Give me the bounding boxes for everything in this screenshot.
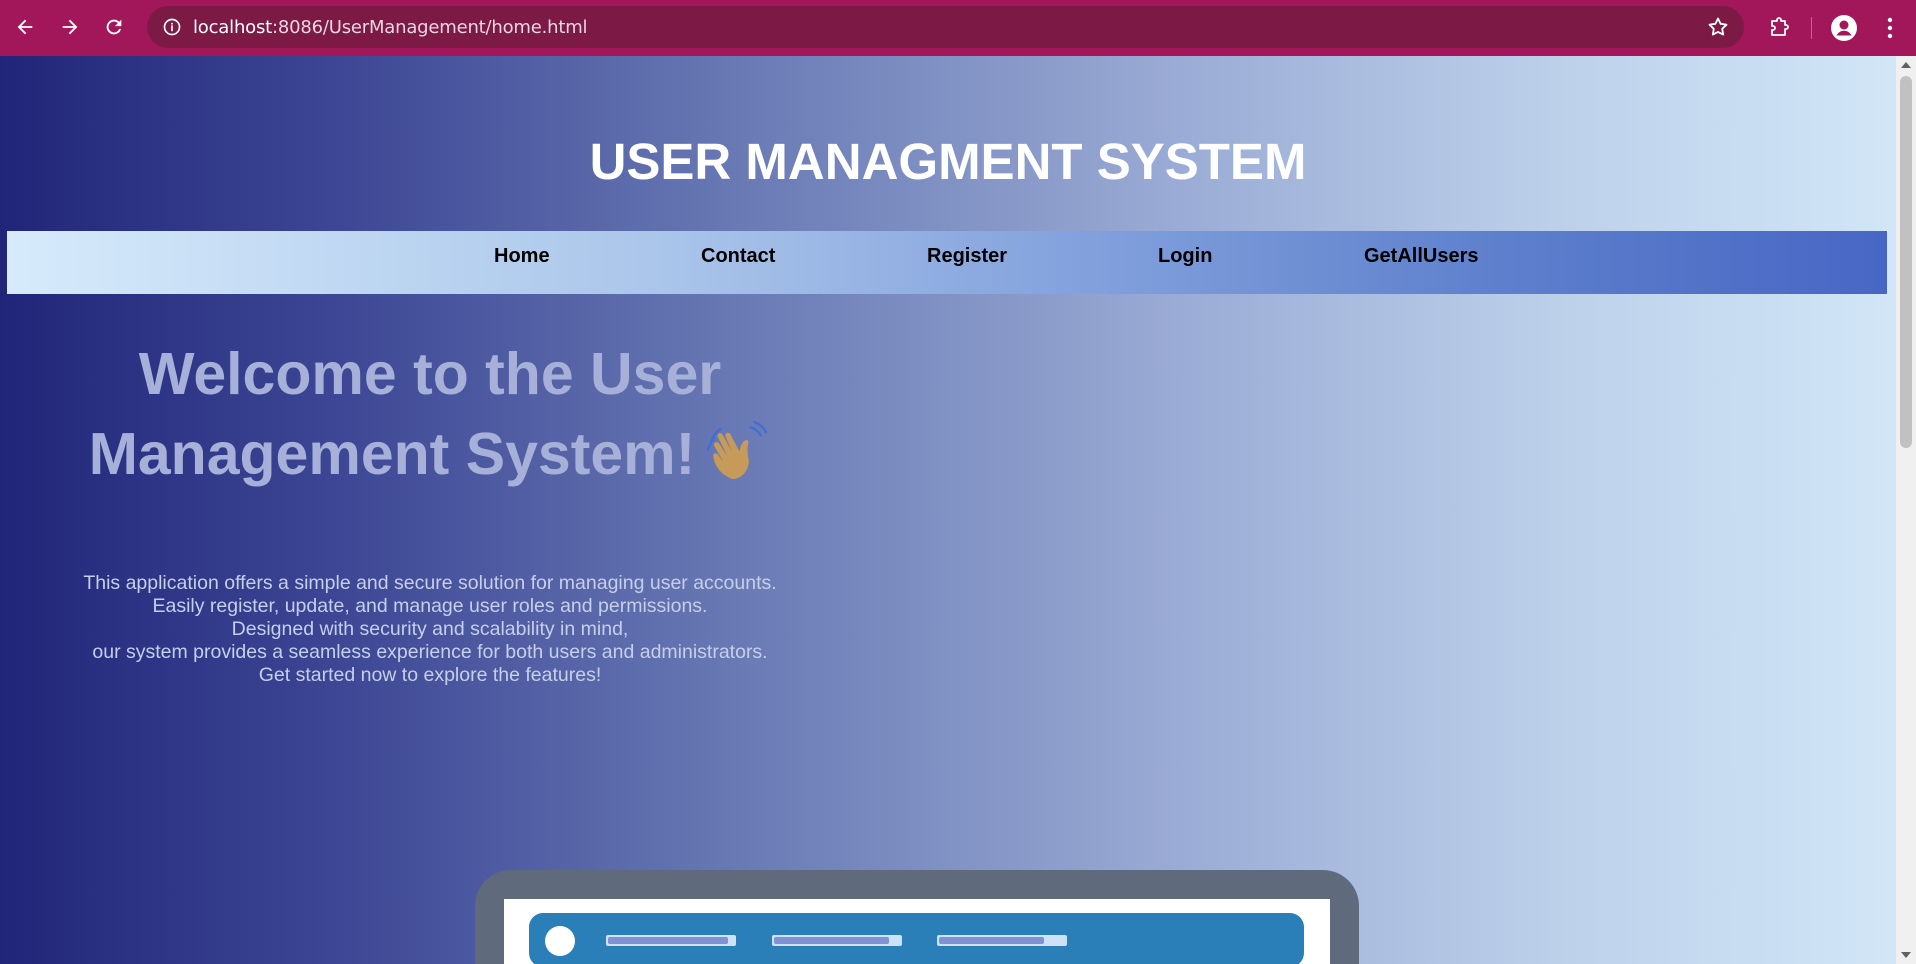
main-navbar: Home Contact Register Login GetAllUsers: [7, 231, 1887, 294]
back-arrow-icon: [17, 19, 33, 35]
forward-button[interactable]: [48, 5, 92, 49]
screen-menu-line: [937, 935, 1067, 946]
welcome-line-2: Management System!: [88, 421, 696, 487]
description-line: Get started now to explore the features!: [258, 664, 602, 686]
more-menu-icon: [1887, 17, 1893, 39]
url-text[interactable]: localhost:8086/UserManagement/home.html: [193, 16, 588, 38]
page-title: USER MANAGMENT SYSTEM: [589, 133, 1307, 190]
page-viewport: USER MANAGMENT SYSTEM Home Contact Regis…: [0, 56, 1896, 964]
profile-button[interactable]: [1822, 6, 1866, 50]
browser-toolbar: localhost:8086/UserManagement/home.html: [0, 0, 1916, 56]
url-host: localhost: [193, 16, 272, 38]
address-bar[interactable]: localhost:8086/UserManagement/home.html: [147, 6, 1744, 48]
screen-header-bar: [529, 913, 1304, 964]
waving-hand-icon: [707, 421, 768, 480]
screen-menu-line: [606, 935, 736, 946]
extensions-icon: [1771, 17, 1789, 36]
nav-register[interactable]: Register: [927, 245, 1007, 268]
welcome-line-2-wrap: Management System!: [30, 414, 830, 494]
profile-icon: [1831, 15, 1857, 41]
vertical-scrollbar[interactable]: [1896, 56, 1916, 964]
description-line: This application offers a simple and sec…: [83, 572, 777, 594]
back-button[interactable]: [3, 5, 47, 49]
screen-menu-line: [772, 935, 902, 946]
nav-home[interactable]: Home: [494, 245, 550, 268]
laptop-illustration: [475, 870, 1359, 964]
nav-contact[interactable]: Contact: [701, 245, 775, 268]
scrollbar-thumb[interactable]: [1900, 76, 1912, 448]
welcome-line-1: Welcome to the User: [138, 341, 722, 407]
scroll-up-arrow-icon[interactable]: [1896, 56, 1916, 74]
welcome-heading: Welcome to the User Management System!: [30, 334, 830, 494]
reload-icon: [106, 19, 122, 35]
site-info-icon: [163, 18, 181, 36]
nav-getallusers[interactable]: GetAllUsers: [1364, 245, 1479, 268]
toolbar-divider: [1811, 17, 1812, 39]
description-line: Easily register, update, and manage user…: [152, 595, 708, 617]
forward-arrow-icon: [62, 19, 78, 35]
reload-button[interactable]: [92, 5, 136, 49]
screen-avatar: [545, 926, 575, 956]
description-line: Designed with security and scalability i…: [231, 618, 629, 640]
extensions-button[interactable]: [1757, 6, 1801, 50]
intro-description: This application offers a simple and sec…: [30, 572, 830, 687]
url-path: :8086/UserManagement/home.html: [272, 16, 588, 38]
more-menu-button[interactable]: [1868, 6, 1912, 50]
laptop-screen: [504, 899, 1330, 964]
description-line: our system provides a seamless experienc…: [92, 641, 768, 663]
scroll-down-arrow-icon[interactable]: [1896, 946, 1916, 964]
site-info-button[interactable]: [151, 6, 193, 48]
nav-login[interactable]: Login: [1158, 245, 1212, 268]
bookmark-star-icon[interactable]: [1706, 15, 1730, 39]
